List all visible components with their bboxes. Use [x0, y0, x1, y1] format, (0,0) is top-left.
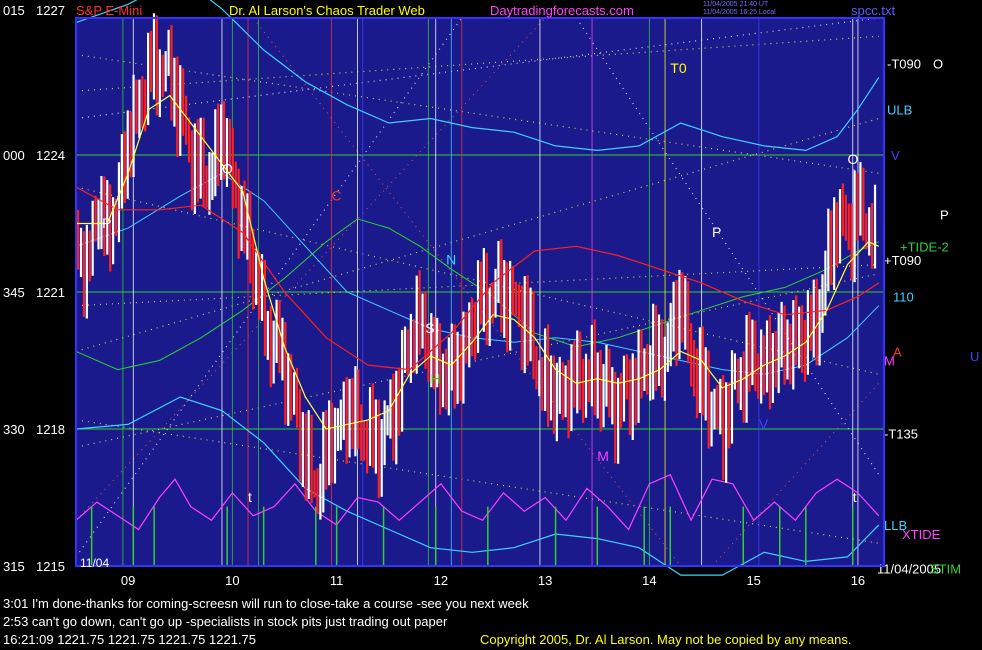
annotation-label: t	[853, 489, 857, 505]
x-tick-label: 11	[330, 573, 344, 588]
y-axis-code: 315	[3, 559, 25, 574]
right-label: +T090	[884, 253, 921, 268]
annotation-label: t	[248, 489, 252, 505]
annotation-label: V	[759, 416, 769, 432]
annotation-label: S	[425, 320, 434, 336]
x-tick-label: 16	[851, 573, 865, 588]
right-label: XTIDE	[902, 527, 941, 542]
message-line-2: 2:53 can't go down, can't go up -special…	[3, 614, 448, 629]
annotation-label: H	[430, 370, 440, 386]
annotation-label: C	[331, 188, 341, 204]
annotation-label: O	[222, 160, 233, 176]
header-site: Daytradingforecasts.com	[490, 3, 634, 18]
right-label: -T135	[884, 427, 918, 442]
x-tick-label: 14	[642, 573, 656, 588]
header-title: Dr. Al Larson's Chaos Trader Web	[229, 3, 425, 18]
annotation-label: N	[446, 252, 456, 268]
right-label: 110	[893, 290, 914, 305]
header-date-ut: 11/04/2005 21:40 UT	[703, 1, 769, 8]
y-axis-price: 1221	[36, 285, 65, 300]
right-label-extra: O	[933, 57, 943, 72]
y-axis-code: 345	[3, 285, 25, 300]
header-date-local: 11/04/2005 16:25 Local	[703, 9, 776, 16]
right-label: ULB	[887, 102, 912, 117]
quote-line: 16:21:09 1221.75 1221.75 1221.75 1221.75	[3, 632, 257, 647]
annotation-label: T0	[670, 60, 687, 76]
date-corner: 11/04	[80, 556, 110, 570]
y-axis-price: 1218	[36, 422, 65, 437]
x-tick-label: 12	[434, 573, 448, 588]
right-label: -T090	[887, 57, 921, 72]
right-label: P	[940, 207, 949, 222]
right-label: U	[970, 349, 979, 364]
chart-window: O P C N S H T0 P O M Vt t 09 10 11 12 13 14 15 16 000 1224 3…	[0, 0, 982, 650]
y-axis-code: 330	[3, 422, 25, 437]
header-symbol: S&P E-Mini	[76, 3, 143, 18]
x-tick-label: 10	[225, 573, 239, 588]
header-file: spcc.txt	[851, 3, 896, 18]
copyright: Copyright 2005, Dr. Al Larson. May not b…	[480, 632, 852, 647]
right-label: V	[891, 148, 900, 163]
annotation-label: M	[597, 448, 609, 464]
x-tick-label: 15	[746, 573, 760, 588]
message-line-1: 3:01 I'm done-thanks for coming-screesn …	[3, 596, 529, 611]
y-axis-code: 000	[3, 148, 25, 163]
annotation-label: P	[102, 215, 111, 231]
header-left-code: 015	[3, 3, 25, 18]
right-label: STIM	[930, 561, 961, 576]
annotation-label: O	[848, 151, 859, 167]
y-axis-price: 1215	[36, 559, 65, 574]
header-left-price: 1227	[36, 3, 65, 18]
y-axis-price: 1224	[36, 148, 65, 163]
x-tick-label: 13	[538, 573, 552, 588]
right-label: M	[884, 354, 895, 369]
annotation-label: P	[712, 224, 721, 240]
x-tick-label: 09	[121, 573, 135, 588]
price-chart[interactable]: O P C N S H T0 P O M Vt t 09 10 11 12 13 14 15 16 000 1224 3…	[0, 0, 982, 650]
